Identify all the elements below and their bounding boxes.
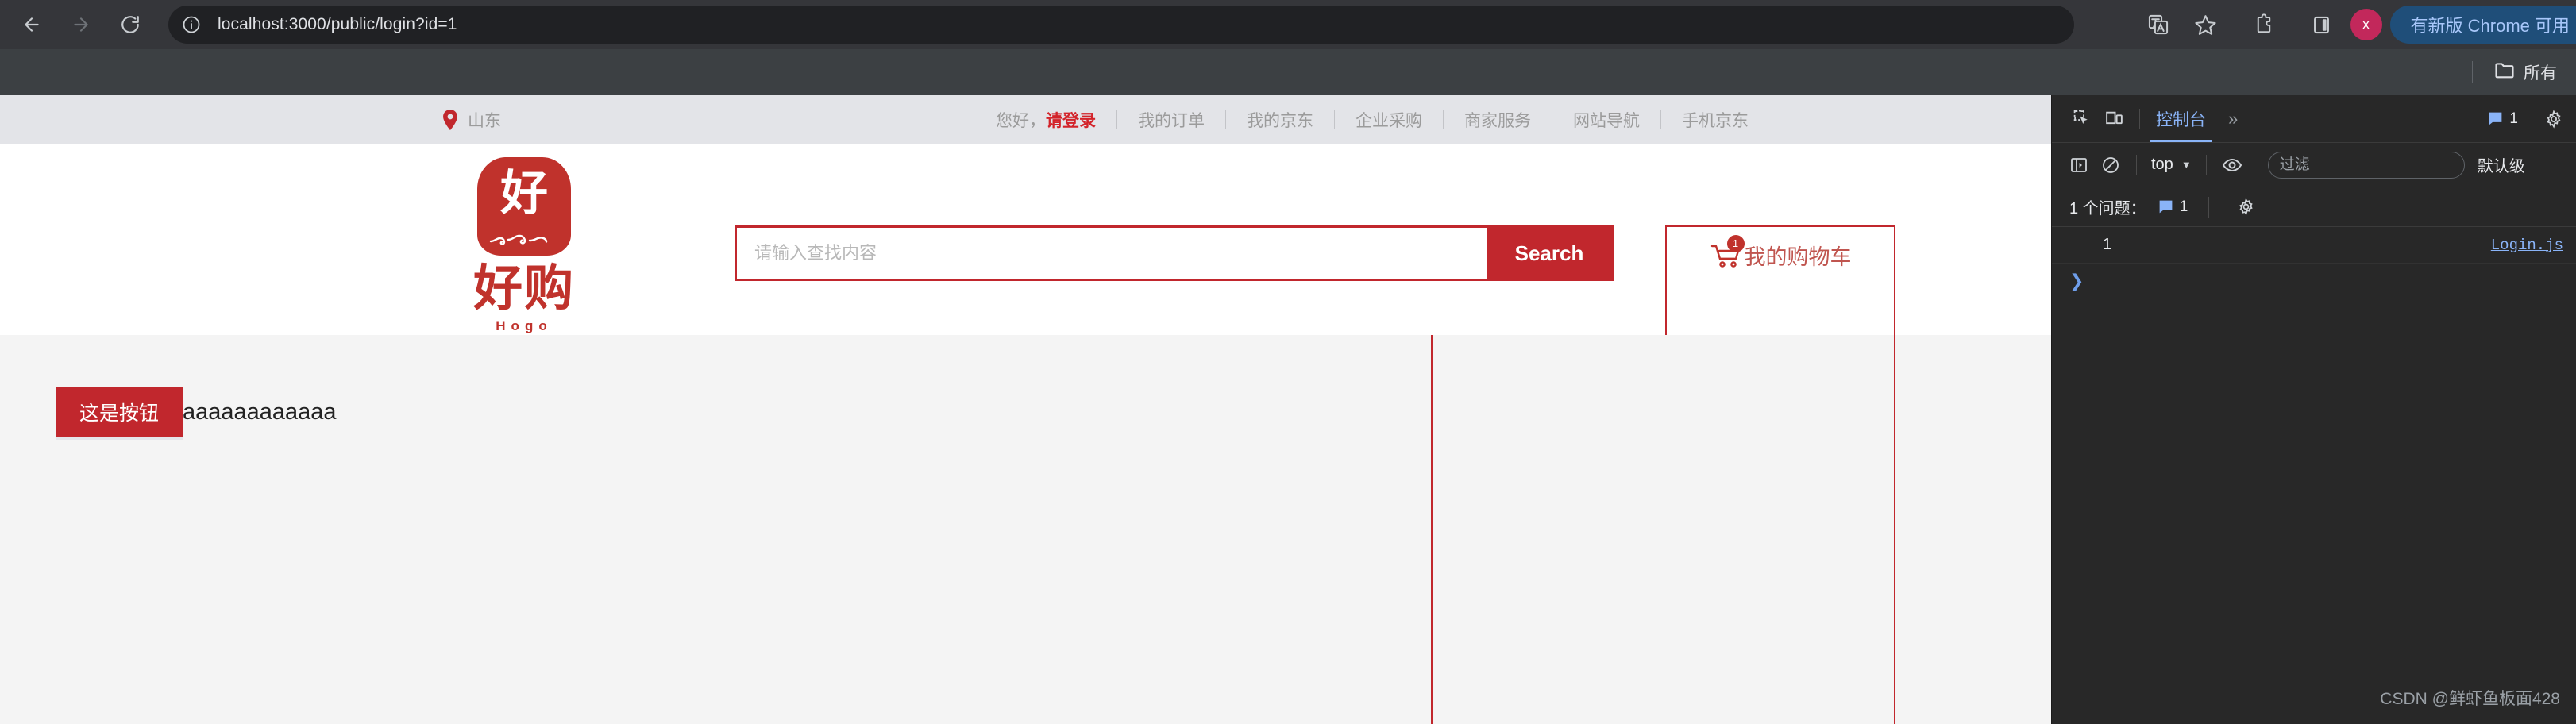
cart-label: 我的购物车 — [1744, 245, 1852, 269]
location-selector[interactable]: 山东 — [442, 108, 501, 132]
console-log-source-link[interactable]: Login.js — [2491, 237, 2563, 254]
nav-my-jd[interactable]: 我的京东 — [1226, 108, 1334, 132]
issues-summary-count: 1 — [2179, 198, 2188, 215]
greeting-prefix: 您好， — [996, 112, 1046, 130]
bookmark-star-icon[interactable] — [2188, 6, 2224, 43]
issues-summary-text: 1 个问题： — [2069, 200, 2146, 218]
console-toolbar: top ▼ 默认级 — [2052, 143, 2576, 187]
issues-summary-bar: 1 个问题： 1 — [2052, 187, 2576, 227]
console-output: 1 Login.js ❯ — [2052, 227, 2576, 298]
device-toolbar-icon[interactable] — [2098, 105, 2130, 133]
console-log-entry[interactable]: 1 Login.js — [2052, 227, 2576, 264]
nav-mobile-jd[interactable]: 手机京东 — [1661, 108, 1769, 132]
logo-wordmark: 好购 — [472, 259, 575, 317]
console-toolbar-divider-2 — [2205, 154, 2207, 175]
settings-gear-icon[interactable] — [2538, 105, 2570, 133]
issues-settings-gear-icon[interactable] — [2230, 193, 2262, 221]
issues-counter[interactable]: 1 — [2487, 110, 2518, 128]
back-icon[interactable] — [11, 4, 52, 45]
clear-console-icon[interactable] — [2095, 151, 2127, 179]
page-content: 这是按钮 aaaaaaaaaaaa — [0, 335, 2051, 724]
inspect-element-icon[interactable] — [2066, 105, 2098, 133]
search-button[interactable]: Search — [1487, 228, 1612, 279]
message-icon — [2487, 110, 2504, 127]
login-link-text: 请登录 — [1046, 112, 1096, 130]
screen: localhost:3000/public/login?id=1 x 有新版 C… — [0, 0, 2576, 724]
devtools-status-group: 1 — [2487, 105, 2576, 133]
devtools-panel: 控制台 » 1 top ▼ 过滤 默认级 1 个问题： 1 1 Login.js… — [2051, 95, 2576, 724]
nav-my-orders[interactable]: 我的订单 — [1117, 108, 1225, 132]
console-level-selector[interactable]: 默认级 — [2478, 153, 2525, 176]
issues-divider — [2208, 196, 2210, 218]
nav-site-map[interactable]: 网站导航 — [1552, 108, 1660, 132]
cloud-motif-icon — [489, 234, 548, 245]
watermark: CSDN @鲜虾鱼板面428 — [2380, 690, 2560, 708]
console-sidebar-toggle-icon[interactable] — [2063, 151, 2095, 179]
address-bar[interactable]: localhost:3000/public/login?id=1 — [168, 6, 2074, 44]
bookmark-folder[interactable]: 所有 — [2487, 54, 2563, 90]
console-toolbar-divider — [2136, 154, 2137, 175]
profile-avatar[interactable]: x — [2350, 9, 2382, 40]
demo-row: 这是按钮 aaaaaaaaaaaa — [56, 387, 337, 437]
location-pin-icon — [442, 110, 458, 130]
folder-icon — [2493, 59, 2516, 86]
extensions-icon[interactable] — [2246, 6, 2282, 43]
cart-badge: 1 — [1726, 234, 1745, 252]
execution-context-label: top — [2151, 156, 2173, 173]
forward-icon[interactable] — [60, 4, 102, 45]
devtools-tabbar: 控制台 » 1 — [2052, 95, 2576, 143]
nav-enterprise-purchase[interactable]: 企业采购 — [1335, 108, 1443, 132]
demo-button[interactable]: 这是按钮 — [56, 387, 183, 437]
more-tabs-icon[interactable]: » — [2220, 109, 2246, 129]
translate-icon[interactable] — [2140, 6, 2177, 43]
demo-text: aaaaaaaaaaaa — [183, 399, 337, 425]
chrome-update-pill[interactable]: 有新版 Chrome 可用 — [2389, 6, 2576, 44]
bookmark-folder-label: 所有 — [2524, 64, 2557, 83]
browser-toolbar: localhost:3000/public/login?id=1 x 有新版 C… — [0, 0, 2576, 49]
live-expression-eye-icon[interactable] — [2216, 151, 2248, 179]
devtools-divider — [2139, 108, 2140, 129]
site-logo[interactable]: 好 好购 Hogo — [449, 157, 600, 334]
nav-merchant-service[interactable]: 商家服务 — [1444, 108, 1552, 132]
message-icon-2 — [2158, 198, 2174, 215]
site-topbar: 山东 您好，请登录 我的订单 我的京东 企业采购 商家服务 网站导航 手机京东 — [0, 95, 2051, 144]
cart-content: 1 我的购物车 — [1710, 234, 1852, 271]
logo-subtitle: Hogo — [496, 318, 553, 334]
logo-seal: 好 — [477, 157, 571, 256]
search-bar: Search — [735, 225, 1614, 281]
console-filter-input[interactable] — [2267, 151, 2465, 179]
execution-context-selector[interactable]: top ▼ — [2146, 156, 2196, 174]
issues-count: 1 — [2509, 110, 2518, 127]
location-label: 山东 — [468, 112, 501, 130]
console-prompt[interactable]: ❯ — [2052, 264, 2576, 298]
site-information-icon[interactable] — [175, 8, 208, 41]
reload-icon[interactable] — [110, 4, 151, 45]
issues-summary-counter[interactable]: 1 — [2158, 198, 2188, 216]
layout-guide-left — [1431, 335, 1433, 724]
bookmark-divider — [2472, 61, 2473, 83]
topbar-links: 您好，请登录 我的订单 我的京东 企业采购 商家服务 网站导航 手机京东 — [975, 108, 1769, 132]
site-header: 好 好购 Hogo Search — [0, 144, 2051, 702]
side-panel-icon[interactable] — [2304, 6, 2340, 43]
layout-guide-right — [1894, 335, 1895, 724]
prompt-chevron-icon: ❯ — [2069, 271, 2084, 291]
tab-console[interactable]: 控制台 — [2150, 96, 2212, 142]
login-link[interactable]: 您好，请登录 — [975, 108, 1116, 132]
chevron-down-icon: ▼ — [2181, 159, 2192, 171]
console-log-value: 1 — [2103, 236, 2112, 253]
url-text: localhost:3000/public/login?id=1 — [218, 15, 457, 33]
search-input[interactable] — [737, 228, 1487, 279]
shopping-cart-icon: 1 — [1710, 234, 1745, 269]
logo-seal-char: 好 — [500, 166, 548, 221]
toolbar-right-group: x 有新版 Chrome 可用 — [2134, 0, 2576, 49]
bookmarks-bar: 所有 — [0, 49, 2576, 95]
page-viewport: 山东 您好，请登录 我的订单 我的京东 企业采购 商家服务 网站导航 手机京东 — [0, 95, 2051, 724]
